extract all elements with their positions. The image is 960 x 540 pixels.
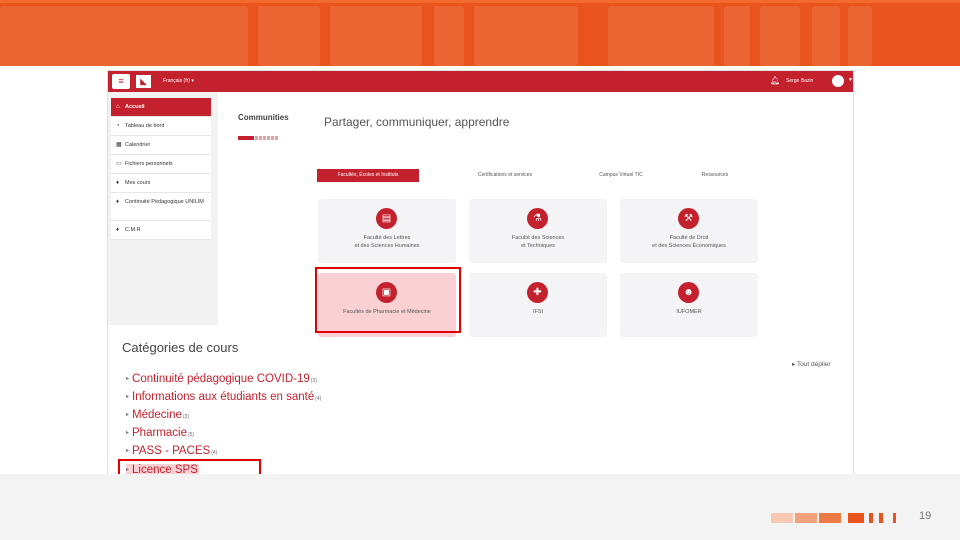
card-ifsi[interactable]: ✚ IFSI — [469, 273, 607, 337]
sidebar-item-dashboard[interactable]: ◔ Tableau de bord — [111, 117, 211, 136]
sidebar: ⌂ Accueil ◔ Tableau de bord ▦ Calendrier ▭ F… — [111, 98, 211, 240]
calendar-icon: ▦ — [116, 142, 122, 148]
hamburger-icon[interactable]: ≡ — [112, 74, 130, 89]
tab-resources[interactable]: Ressources — [695, 169, 735, 182]
caret-right-icon: ▸ — [126, 430, 130, 436]
caret-right-icon: ▸ — [126, 376, 130, 382]
category-item[interactable]: ▸ Médecine(3) — [126, 409, 189, 421]
categories-title: Catégories de cours — [122, 340, 239, 355]
sidebar-item-continuity[interactable]: ♦ Continuité Pédagogique UNILIM — [111, 193, 211, 221]
page-number: 19 — [919, 510, 932, 522]
banner-block — [724, 6, 750, 66]
graduation-cap-icon: ♦ — [116, 199, 120, 205]
footer-decoration — [771, 513, 793, 523]
slide-header-banner — [0, 0, 960, 66]
card-faculte-lettres[interactable]: ▤ Faculté des Lettres et des Sciences Hum… — [318, 199, 456, 263]
gavel-icon: ⚒ — [678, 208, 699, 229]
expand-all-link[interactable]: ▸ Tout déplier — [792, 360, 831, 368]
university-logo[interactable]: ◣ — [136, 75, 151, 88]
graduation-cap-icon: ♦ — [116, 180, 120, 186]
flask-icon: ⚗ — [527, 208, 548, 229]
page-title: Partager, communiquer, apprendre — [324, 115, 510, 129]
sidebar-item-label: Mes cours — [125, 180, 151, 186]
sidebar-item-cmr[interactable]: ♦ C.M.R — [111, 221, 211, 240]
tab-faculties[interactable]: Facultés, Écoles et Instituts — [317, 169, 419, 182]
sidebar-item-label: Continuité Pédagogique UNILIM — [125, 199, 204, 205]
caret-right-icon: ▸ — [126, 412, 130, 418]
moodle-screenshot: ≡ ◣ Français (fr) ▾ 🔔︎ Serge Bazin ▼ ⌂ Ac… — [107, 70, 854, 482]
card-label: IUFOMER — [676, 309, 702, 315]
sidebar-item-label: C.M.R — [125, 227, 141, 233]
category-item[interactable]: ▸ PASS - PACES(4) — [126, 445, 217, 457]
tab-certifications[interactable]: Certifications et services — [465, 169, 545, 182]
banner-block — [0, 6, 248, 66]
category-item[interactable]: ▸ Informations aux étudiants en santé(4) — [126, 391, 321, 403]
book-icon: ▤ — [376, 208, 397, 229]
card-label: Faculté des Lettres et des Sciences Humai… — [354, 235, 420, 249]
top-navbar: ≡ ◣ Français (fr) ▾ 🔔︎ Serge Bazin ▼ — [108, 71, 853, 92]
tab-virtual-campus[interactable]: Campus Virtuel TIC — [588, 169, 654, 182]
communities-label: Communities — [238, 113, 289, 122]
caret-right-icon: ▸ — [126, 448, 130, 454]
card-label: Faculté de Droit et des Sciences Économiq… — [652, 235, 726, 249]
bell-icon[interactable]: 🔔︎ — [770, 76, 780, 85]
card-label: IFSI — [532, 309, 544, 315]
sidebar-item-label: Calendrier — [125, 142, 151, 148]
avatar[interactable] — [832, 75, 844, 87]
footer-decoration — [869, 513, 873, 523]
footer-decoration — [795, 513, 817, 523]
user-name[interactable]: Serge Bazin — [786, 78, 813, 84]
footer-decoration — [893, 513, 896, 523]
banner-block — [760, 6, 800, 66]
sidebar-item-label: Accueil — [125, 104, 145, 110]
chevron-down-icon[interactable]: ▼ — [848, 77, 853, 83]
sidebar-item-files[interactable]: ▭ Fichiers personnels — [111, 155, 211, 174]
footer-decoration — [879, 513, 883, 523]
language-selector[interactable]: Français (fr) ▾ — [163, 78, 194, 84]
slide-footer — [0, 474, 960, 540]
category-item[interactable]: ▸ Pharmacie(5) — [126, 427, 194, 439]
banner-block — [474, 6, 578, 66]
card-faculte-droit[interactable]: ⚒ Faculté de Droit et des Sciences Économ… — [620, 199, 758, 263]
sidebar-item-accueil[interactable]: ⌂ Accueil — [111, 98, 211, 117]
sidebar-item-my-courses[interactable]: ♦ Mes cours — [111, 174, 211, 193]
card-faculte-sciences[interactable]: ⚗ Faculté des Sciences et Techniques — [469, 199, 607, 263]
home-icon: ⌂ — [116, 104, 120, 110]
dashboard-icon: ◔ — [116, 123, 120, 129]
card-label: Faculté des Sciences et Techniques — [511, 235, 565, 249]
category-item[interactable]: ▸ Continuité pédagogique COVID-19(3) — [126, 373, 317, 385]
medical-kit-icon: ✚ — [527, 282, 548, 303]
sidebar-item-label: Fichiers personnels — [125, 161, 173, 167]
banner-block — [812, 6, 840, 66]
graduation-cap-icon: ♦ — [116, 227, 120, 233]
communities-underline — [238, 127, 279, 140]
footer-decoration — [819, 513, 841, 523]
sidebar-item-label: Tableau de bord — [125, 123, 165, 129]
users-icon: ☻ — [678, 282, 699, 303]
banner-block — [330, 6, 422, 66]
card-iufomer[interactable]: ☻ IUFOMER — [620, 273, 758, 337]
footer-decoration — [848, 513, 864, 523]
banner-block — [434, 6, 464, 66]
file-icon: ▭ — [116, 161, 122, 167]
banner-top-line — [0, 0, 960, 3]
highlight-box — [315, 267, 461, 333]
sidebar-item-calendar[interactable]: ▦ Calendrier — [111, 136, 211, 155]
banner-block — [608, 6, 714, 66]
caret-right-icon: ▸ — [126, 394, 130, 400]
banner-block — [258, 6, 320, 66]
banner-block — [848, 6, 872, 66]
